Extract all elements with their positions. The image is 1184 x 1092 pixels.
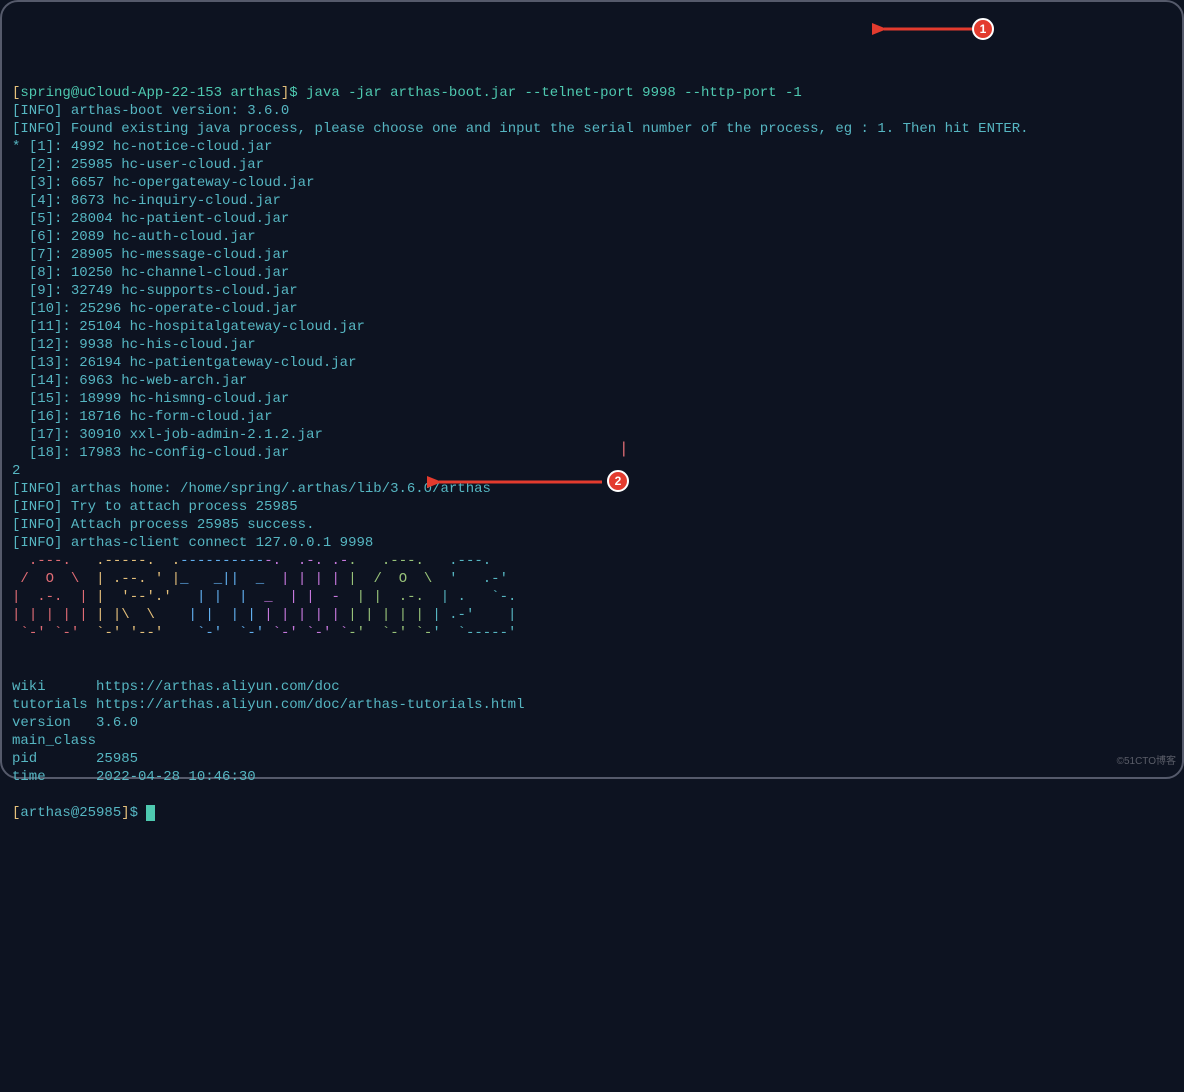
annotation-badge-2: 2 [607,470,629,492]
info-home: arthas home: /home/spring/.arthas/lib/3.… [71,481,491,497]
footer-pid: pid 25985 [12,751,138,767]
info-tag: [INFO] [12,481,62,497]
info-connect: arthas-client connect 127.0.0.1 9998 [71,535,373,551]
info-tag: [INFO] [12,535,62,551]
info-tag: [INFO] [12,499,62,515]
info-tag: [INFO] [12,121,62,137]
info-try: Try to attach process 25985 [71,499,298,515]
info-tag: [INFO] [12,517,62,533]
footer-time: time 2022-04-28 10:46:30 [12,769,256,785]
arthas-prompt-bracket: [ [12,805,20,821]
footer-version: version 3.6.0 [12,715,138,731]
cursor[interactable] [146,805,155,821]
footer-wiki: wiki https://arthas.aliyun.com/doc [12,679,340,695]
arthas-prompt: arthas@25985 [20,805,121,821]
process-list: * [1]: 4992 hc-notice-cloud.jar [2]: 259… [12,138,1172,462]
terminal-output: [spring@uCloud-App-22-153 arthas]$ java … [12,84,1172,822]
annotation-arrow-1 [872,17,982,41]
watermark: ©51CTO博客 [1117,753,1176,771]
info-version: arthas-boot version: 3.6.0 [71,103,289,119]
footer-main-class: main_class [12,733,96,749]
caret-mark: | [619,440,629,458]
user-selection: 2 [12,463,20,479]
footer-tutorials: tutorials https://arthas.aliyun.com/doc/… [12,697,525,713]
command-text: java -jar arthas-boot.jar --telnet-port … [306,85,802,101]
ascii-art-logo: .---. .-----. .-----------. .-. .-. .---… [12,552,1172,642]
annotation-badge-1: 1 [972,18,994,40]
prompt-user: spring@uCloud-App-22-153 arthas [20,85,280,101]
info-tag: [INFO] [12,103,62,119]
info-success: Attach process 25985 success. [71,517,315,533]
info-choose: Found existing java process, please choo… [71,121,1029,137]
